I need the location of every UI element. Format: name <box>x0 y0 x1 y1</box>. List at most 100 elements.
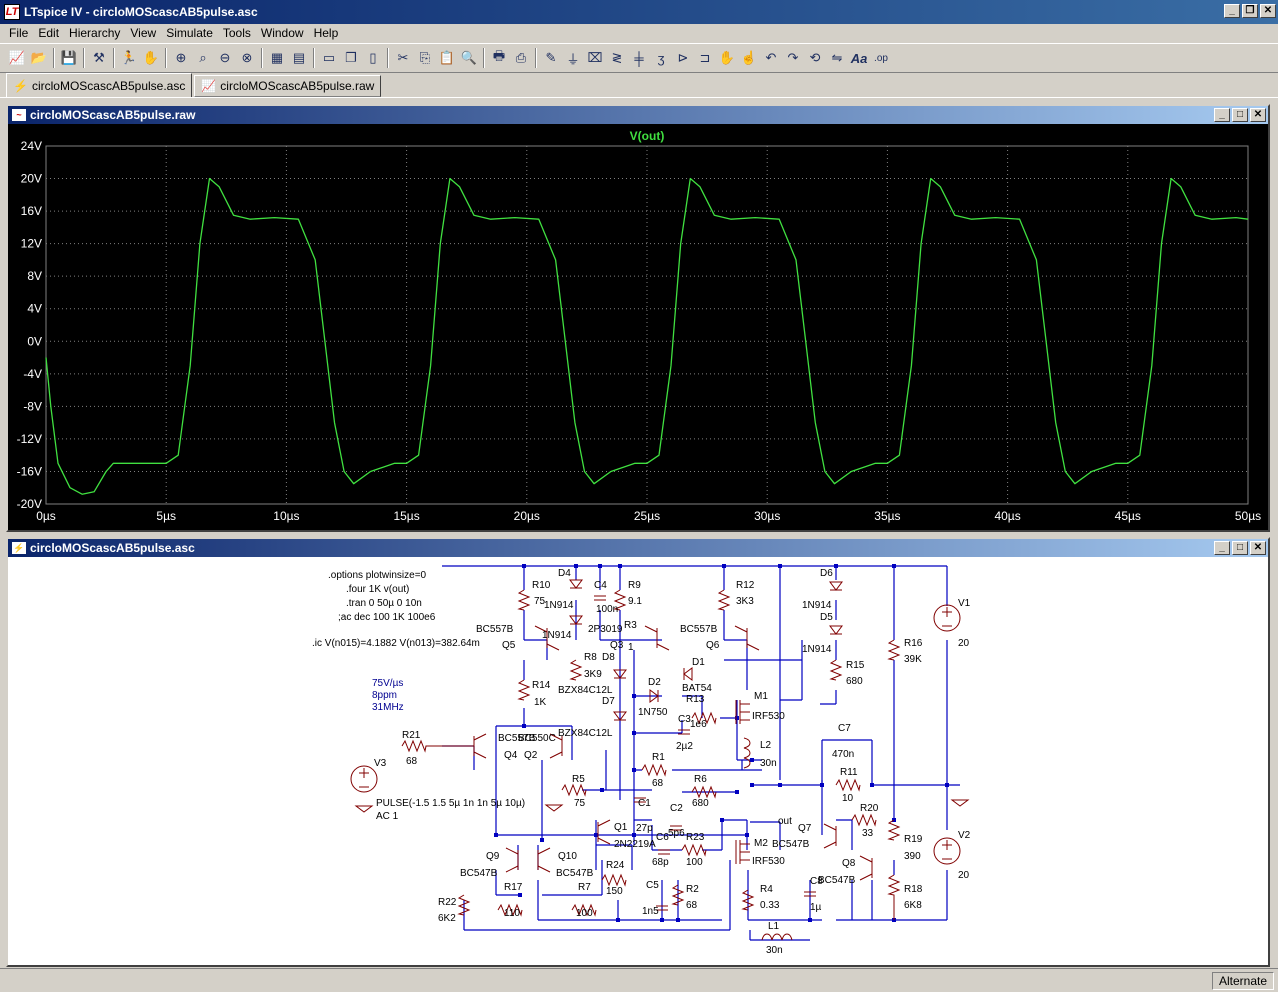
menu-window[interactable]: Window <box>256 26 309 40</box>
component-label[interactable]: 100n <box>596 604 618 615</box>
component-label[interactable]: D2 <box>648 677 661 688</box>
component-label[interactable]: 680 <box>692 798 709 809</box>
v3-pulse-spec[interactable]: PULSE(-1.5 1.5 5µ 1n 1n 5µ 10µ) <box>376 798 525 809</box>
component-label[interactable]: L2 <box>760 740 772 751</box>
move-icon[interactable]: ✋ <box>716 47 738 69</box>
component-label[interactable]: D5 <box>820 612 833 623</box>
diode-icon[interactable]: ⊳ <box>672 47 694 69</box>
component-label[interactable]: Q1 <box>614 822 628 833</box>
component-label[interactable]: D1 <box>692 657 705 668</box>
halt-icon[interactable]: ✋ <box>140 47 162 69</box>
component-label[interactable]: 1n5 <box>642 906 659 917</box>
component-label[interactable]: C4 <box>594 580 607 591</box>
component-label[interactable]: BZX84C12L <box>558 728 613 739</box>
component-label[interactable]: R2 <box>686 884 699 895</box>
control-panel-icon[interactable]: ⚒ <box>88 47 110 69</box>
component-label[interactable]: R4 <box>760 884 773 895</box>
schematic-close-button[interactable]: ✕ <box>1250 541 1266 555</box>
component-label[interactable]: L1 <box>768 921 780 932</box>
component-label[interactable]: 1N914 <box>542 630 572 641</box>
component-label[interactable]: IRF530 <box>752 711 785 722</box>
component-label[interactable]: BC557B <box>680 624 718 635</box>
schematic-minimize-button[interactable]: _ <box>1214 541 1230 555</box>
component-label[interactable]: BC557B <box>476 624 514 635</box>
component-label[interactable]: M2 <box>754 838 768 849</box>
component-label[interactable]: 110 <box>504 908 520 919</box>
note-distortion[interactable]: 8ppm <box>372 690 397 701</box>
component-label[interactable]: R6 <box>694 774 707 785</box>
component-label[interactable]: 68 <box>406 756 418 767</box>
component-label[interactable]: R8 <box>584 652 597 663</box>
pan-icon[interactable]: ⌕ <box>192 47 214 69</box>
menu-help[interactable]: Help <box>309 26 344 40</box>
component-label[interactable]: Q6 <box>706 640 720 651</box>
component-label[interactable]: V3 <box>374 758 387 769</box>
component-label[interactable]: D4 <box>558 568 571 579</box>
new-schematic-icon[interactable]: 📈 <box>6 47 28 69</box>
component-label[interactable]: 150 <box>606 886 623 897</box>
zoom-fit-icon[interactable]: ⊗ <box>236 47 258 69</box>
component-label[interactable]: 1µ <box>810 902 822 913</box>
component-label[interactable]: 30n <box>760 758 777 769</box>
component-label[interactable]: 3K3 <box>736 596 754 607</box>
component-label[interactable]: Q7 <box>798 823 812 834</box>
component-label[interactable]: R18 <box>904 884 923 895</box>
component-label[interactable]: 2N2219A <box>614 839 656 850</box>
component-label[interactable]: 100 <box>686 857 703 868</box>
menu-tools[interactable]: Tools <box>218 26 256 40</box>
component-label[interactable]: 680 <box>846 676 863 687</box>
component-label[interactable]: 10 <box>842 793 854 804</box>
rotate-icon[interactable]: ⟲ <box>804 47 826 69</box>
component-label[interactable]: BC550C <box>518 733 556 744</box>
directive-ic[interactable]: .ic V(n015)=4.1882 V(n013)=382.64m <box>312 638 480 649</box>
drag-icon[interactable]: ☝ <box>738 47 760 69</box>
menu-edit[interactable]: Edit <box>33 26 64 40</box>
component-label[interactable]: V2 <box>958 830 971 841</box>
component-label[interactable]: 27p <box>636 823 653 834</box>
spice-directive-icon[interactable]: .op <box>870 47 892 69</box>
component-label[interactable]: R13 <box>686 694 705 705</box>
undo-icon[interactable]: ↶ <box>760 47 782 69</box>
component-label[interactable]: R14 <box>532 680 551 691</box>
component-icon[interactable]: ⊐ <box>694 47 716 69</box>
note-bandwidth[interactable]: 31MHz <box>372 702 404 713</box>
component-label[interactable]: Q4 <box>504 750 518 761</box>
component-label[interactable]: 68p <box>652 857 669 868</box>
component-label[interactable]: BZX84C12L <box>558 685 613 696</box>
component-label[interactable]: R22 <box>438 897 457 908</box>
component-label[interactable]: 2P3019 <box>588 624 623 635</box>
component-label[interactable]: 0.33 <box>760 900 780 911</box>
component-label[interactable]: Q3 <box>610 640 624 651</box>
inductor-icon[interactable]: ʒ <box>650 47 672 69</box>
save-icon[interactable]: 💾 <box>58 47 80 69</box>
capacitor-icon[interactable]: ╪ <box>628 47 650 69</box>
tile-vertical-icon[interactable]: ▯ <box>362 47 384 69</box>
waveform-plot[interactable]: 0µs 5µs 10µs 15µs 20µs 25µs 30µs 35µs 40µs 45µs 50… <box>8 124 1268 530</box>
component-label[interactable]: Q10 <box>558 851 577 862</box>
component-label[interactable]: R24 <box>606 860 625 871</box>
component-label[interactable]: 1N914 <box>802 600 832 611</box>
component-label[interactable]: R9 <box>628 580 641 591</box>
component-label[interactable]: C7 <box>838 723 851 734</box>
component-label[interactable]: R20 <box>860 803 879 814</box>
component-label[interactable]: M1 <box>754 691 768 702</box>
copy-icon[interactable]: ⎘ <box>414 47 436 69</box>
component-label[interactable]: 68 <box>652 778 664 789</box>
ground-icon[interactable]: ⏚ <box>562 47 584 69</box>
component-label[interactable]: BC547B <box>818 875 856 886</box>
component-label[interactable]: 33 <box>862 828 874 839</box>
component-label[interactable]: 1K <box>534 697 547 708</box>
directive-ac[interactable]: ;ac dec 100 1K 100e6 <box>338 612 436 623</box>
component-label[interactable]: R19 <box>904 834 923 845</box>
component-label[interactable]: 6K8 <box>904 900 922 911</box>
component-label[interactable]: 20 <box>958 870 970 881</box>
component-label[interactable]: BC547B <box>460 868 498 879</box>
component-label[interactable]: D8 <box>602 652 615 663</box>
component-label[interactable]: IRF530 <box>752 856 785 867</box>
tab-waveform[interactable]: 📈 circloMOScascAB5pulse.raw <box>194 75 382 97</box>
component-label[interactable]: C1 <box>638 798 651 809</box>
component-label[interactable]: R11 <box>840 767 858 778</box>
open-icon[interactable]: 📂 <box>28 47 50 69</box>
component-label[interactable]: 1N750 <box>638 707 668 718</box>
component-label[interactable]: R12 <box>736 580 755 591</box>
